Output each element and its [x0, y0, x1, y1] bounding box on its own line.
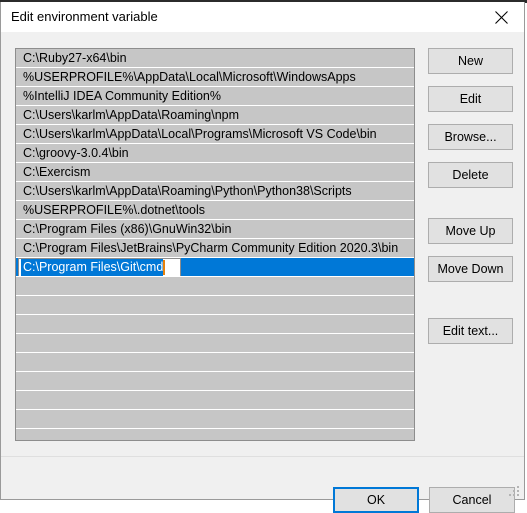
list-item-empty[interactable] — [16, 315, 414, 334]
list-item[interactable]: %USERPROFILE%\.dotnet\tools — [16, 201, 414, 220]
list-item[interactable]: C:\Users\karlm\AppData\Local\Programs\Mi… — [16, 125, 414, 144]
list-item[interactable]: %USERPROFILE%\AppData\Local\Microsoft\Wi… — [16, 68, 414, 87]
list-item[interactable]: C:\Users\karlm\AppData\Roaming\Python\Py… — [16, 182, 414, 201]
close-button[interactable] — [479, 2, 524, 32]
list-item[interactable]: C:\Exercism — [16, 163, 414, 182]
list-item-empty[interactable] — [16, 410, 414, 429]
resize-grip[interactable] — [509, 484, 521, 496]
list-item-empty[interactable] — [16, 334, 414, 353]
text-caret — [163, 260, 166, 275]
title-bar: Edit environment variable — [1, 2, 524, 32]
grip-dot — [509, 494, 511, 496]
dialog-footer: OK Cancel — [1, 457, 524, 513]
list-item[interactable]: C:\Program Files\JetBrains\PyCharm Commu… — [16, 239, 414, 258]
window-title: Edit environment variable — [11, 9, 158, 24]
move-up-button[interactable]: Move Up — [428, 218, 513, 244]
list-item-empty[interactable] — [16, 296, 414, 315]
grip-dot — [513, 490, 515, 492]
dialog-client-area: C:\Ruby27-x64\bin %USERPROFILE%\AppData\L… — [1, 32, 524, 513]
edit-text-button[interactable]: Edit text... — [428, 318, 513, 344]
delete-button[interactable]: Delete — [428, 162, 513, 188]
list-item-selected[interactable]: C:\Program Files\Git\cmd — [16, 258, 414, 277]
inline-edit-value: C:\Program Files\Git\cmd — [21, 259, 164, 276]
list-item-empty[interactable] — [16, 353, 414, 372]
cancel-button[interactable]: Cancel — [429, 487, 515, 513]
grip-dot — [517, 494, 519, 496]
list-item-empty[interactable] — [16, 391, 414, 410]
inline-edit-field[interactable]: C:\Program Files\Git\cmd — [18, 258, 181, 276]
path-entries-listbox[interactable]: C:\Ruby27-x64\bin %USERPROFILE%\AppData\L… — [15, 48, 415, 441]
list-item[interactable]: C:\Ruby27-x64\bin — [16, 49, 414, 68]
move-down-button[interactable]: Move Down — [428, 256, 513, 282]
list-item-empty[interactable] — [16, 277, 414, 296]
grip-dot — [517, 486, 519, 488]
list-item[interactable]: %IntelliJ IDEA Community Edition% — [16, 87, 414, 106]
list-item[interactable]: C:\Program Files (x86)\GnuWin32\bin — [16, 220, 414, 239]
grip-dot — [513, 494, 515, 496]
new-button[interactable]: New — [428, 48, 513, 74]
edit-button[interactable]: Edit — [428, 86, 513, 112]
list-item[interactable]: C:\Users\karlm\AppData\Roaming\npm — [16, 106, 414, 125]
list-item-empty[interactable] — [16, 372, 414, 391]
browse-button[interactable]: Browse... — [428, 124, 513, 150]
list-item-empty[interactable] — [16, 429, 414, 440]
ok-button[interactable]: OK — [333, 487, 419, 513]
edit-environment-variable-dialog: Edit environment variable C:\Ruby27-x64\… — [0, 2, 525, 513]
grip-dot — [517, 490, 519, 492]
list-item[interactable]: C:\groovy-3.0.4\bin — [16, 144, 414, 163]
